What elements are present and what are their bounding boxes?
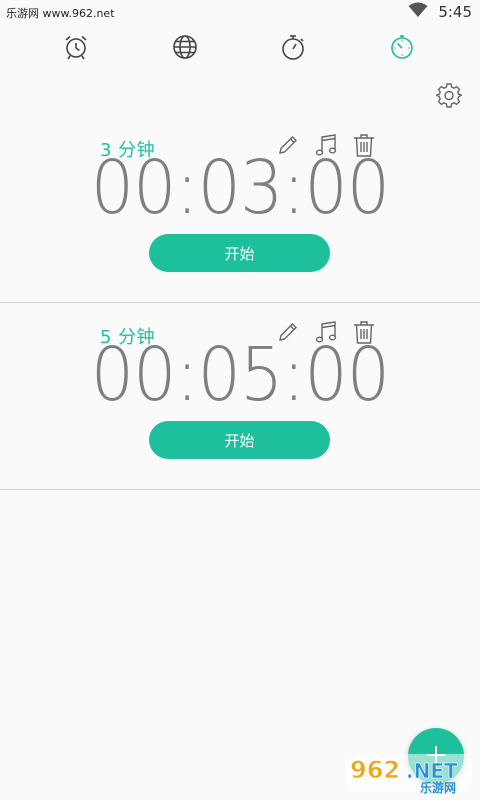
globe-icon — [171, 33, 199, 65]
start-button[interactable]: 开始 — [149, 234, 330, 272]
alarm-clock-icon — [62, 33, 90, 65]
tab-stopwatch[interactable] — [276, 32, 310, 66]
status-bar: 乐游网 www.962.net 5:45 — [0, 0, 480, 24]
timer-card[interactable]: 5 分钟 00:05:00 开始 — [0, 301, 480, 490]
gear-icon — [434, 83, 464, 112]
tab-timer[interactable] — [385, 32, 419, 66]
svg-text:962: 962 — [350, 756, 400, 784]
wifi-icon — [408, 2, 428, 22]
timer-display: 00:03:00 — [90, 145, 390, 231]
tab-world-clock[interactable] — [168, 32, 202, 66]
tab-alarm[interactable] — [59, 32, 93, 66]
stopwatch-icon — [279, 33, 307, 65]
status-time: 5:45 — [438, 3, 472, 21]
add-timer-button[interactable] — [408, 728, 464, 784]
timer-display: 00:05:00 — [90, 332, 390, 418]
status-watermark-text: 乐游网 www.962.net — [6, 7, 115, 20]
timer-card[interactable]: 3 分钟 00:03:00 开始 — [0, 114, 480, 303]
tab-bar — [0, 24, 480, 74]
settings-button[interactable] — [434, 82, 464, 108]
start-button[interactable]: 开始 — [149, 421, 330, 459]
timer-icon — [388, 33, 416, 65]
plus-icon — [425, 744, 447, 769]
status-indicators: 5:45 — [408, 2, 472, 22]
